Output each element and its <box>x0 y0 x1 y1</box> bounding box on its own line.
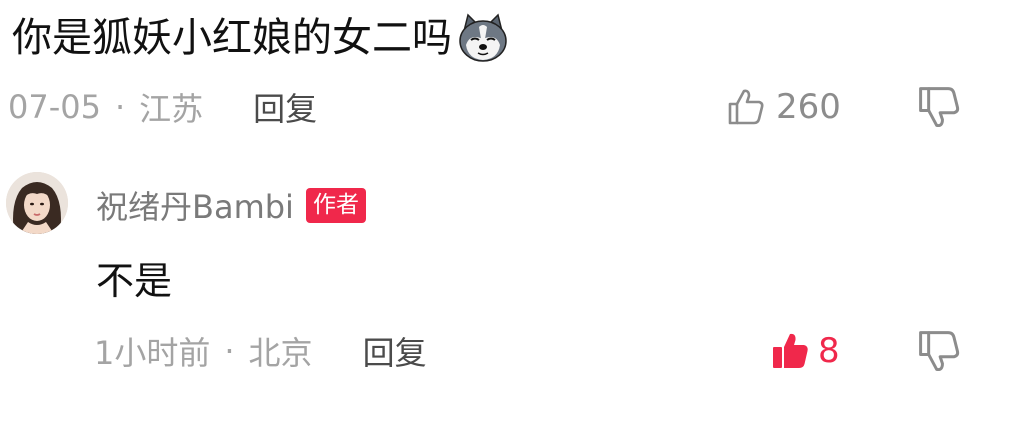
thumbs-up-outline-icon <box>728 89 764 125</box>
meta-separator: · <box>224 332 235 370</box>
reply-button[interactable]: 回复 <box>253 84 317 130</box>
author-avatar[interactable] <box>6 172 68 234</box>
dislike-button[interactable] <box>916 84 964 132</box>
meta-separator: · <box>114 88 126 126</box>
avatar-portrait-icon <box>6 172 68 234</box>
comment-meta: 07-05 · 江苏 回复 <box>8 84 317 130</box>
thumbs-down-outline-icon <box>919 87 960 128</box>
comment-text: 你是狐妖小红娘的女二吗 <box>12 15 452 61</box>
reply-location: 北京 <box>248 334 313 372</box>
like-button[interactable]: 260 <box>726 82 841 132</box>
comment-body: 你是狐妖小红娘的女二吗 <box>12 8 510 68</box>
like-count: 260 <box>776 87 841 127</box>
author-row: 祝绪丹Bambi 作者 <box>96 182 366 228</box>
reply-time: 1小时前 <box>94 334 211 372</box>
author-name[interactable]: 祝绪丹Bambi <box>96 182 294 228</box>
reply-like-button[interactable]: 8 <box>770 326 840 376</box>
reply-meta: 1小时前 · 北京 回复 <box>94 328 427 374</box>
reply-like-count: 8 <box>818 331 840 371</box>
husky-dog-emoji-icon <box>459 13 507 62</box>
comment-date: 07-05 <box>8 88 101 126</box>
thumbs-down-outline-icon <box>919 331 960 372</box>
reply-button[interactable]: 回复 <box>363 328 427 374</box>
reply-dislike-button[interactable] <box>916 328 964 376</box>
comment-location: 江苏 <box>139 90 204 128</box>
author-badge: 作者 <box>305 187 366 223</box>
thumbs-up-filled-icon <box>773 333 808 368</box>
reply-body: 不是 <box>96 258 173 303</box>
